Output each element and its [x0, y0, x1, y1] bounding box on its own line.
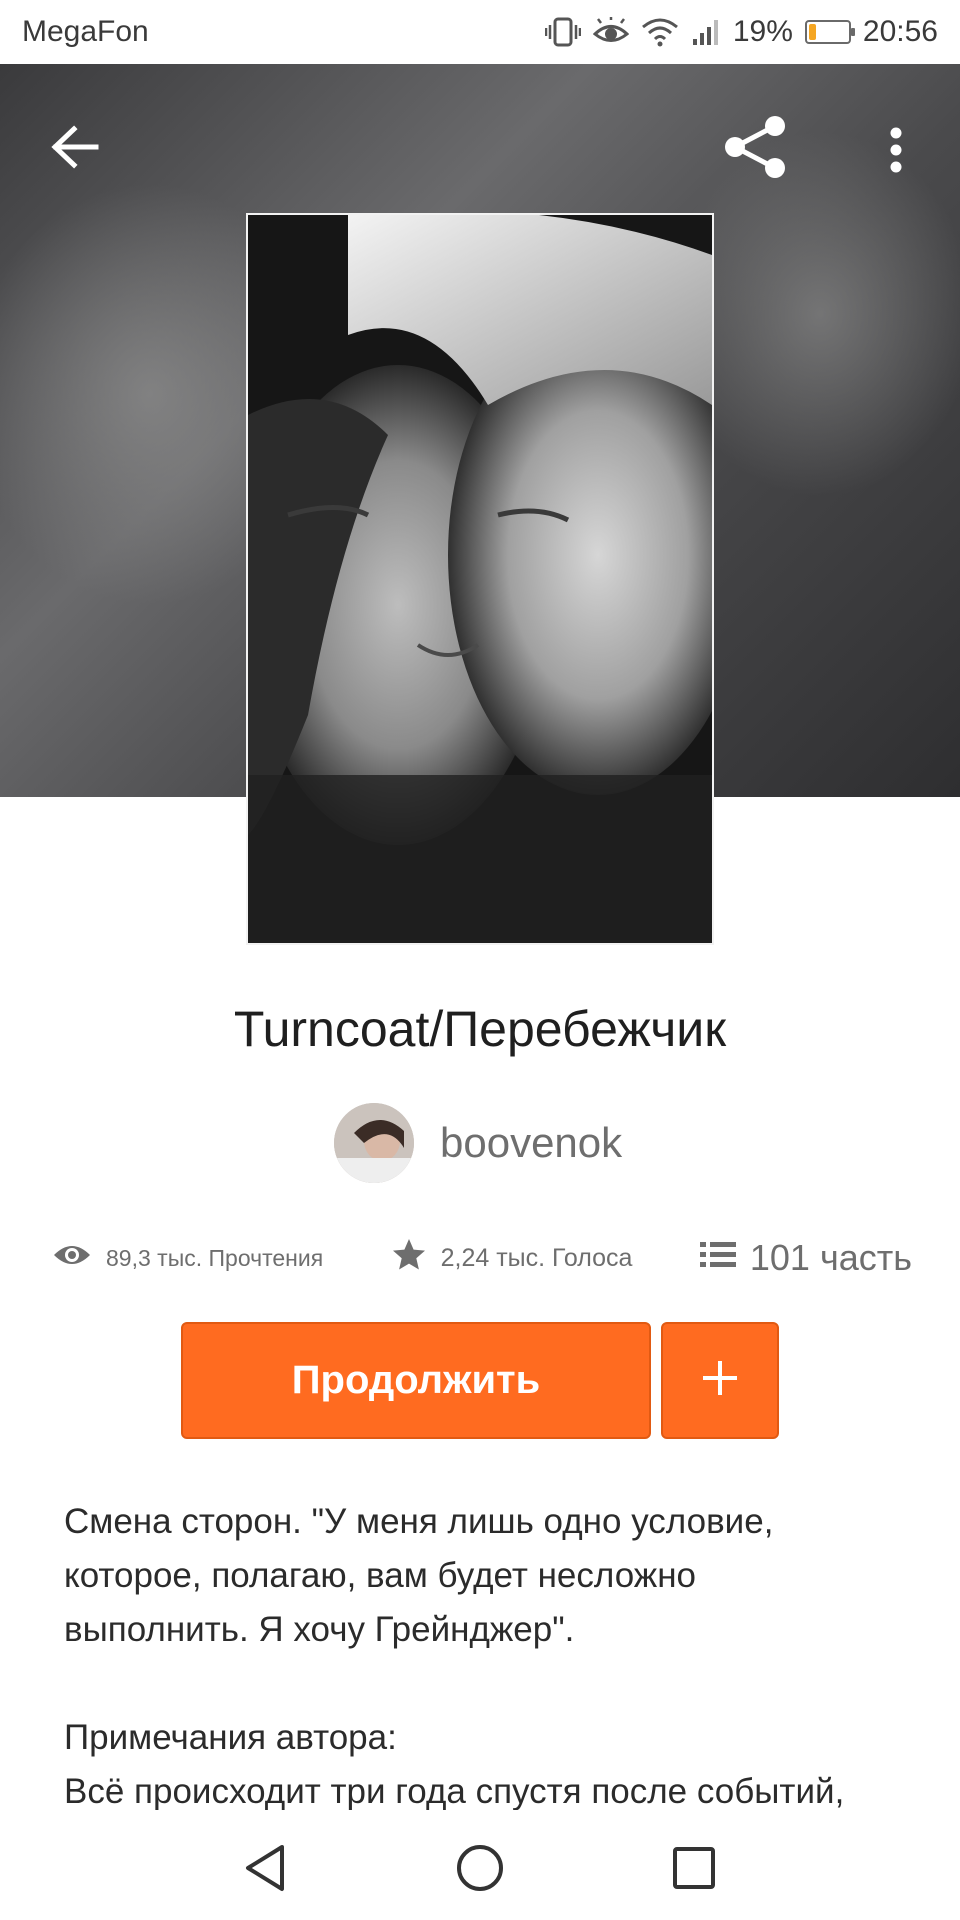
- votes-stat: 2,24 тыс. Голоса: [391, 1237, 633, 1280]
- parts-count: 101 часть: [749, 1237, 912, 1278]
- system-nav-bar: [0, 1810, 960, 1920]
- description-line: выполнить. Я хочу Грейнджер".: [64, 1610, 575, 1649]
- wifi-icon: [641, 17, 679, 47]
- continue-reading-button[interactable]: Продолжить: [181, 1322, 651, 1439]
- star-icon: [391, 1237, 427, 1280]
- author-name: boovenok: [440, 1119, 623, 1166]
- votes-count: 2,24 тыс. Голоса: [440, 1243, 633, 1272]
- reads-count: 89,3 тыс. Прочтения: [106, 1244, 324, 1271]
- author-link[interactable]: boovenok: [334, 1103, 622, 1183]
- description-line: которое, полагаю, вам будет несложно: [64, 1556, 696, 1595]
- story-cover-image[interactable]: [246, 213, 714, 945]
- circle-home-icon: [455, 1843, 505, 1898]
- share-icon: [723, 114, 789, 185]
- nav-back-button[interactable]: [226, 1830, 306, 1910]
- battery-icon: [804, 20, 855, 44]
- story-title: Turncoat/Перебежчик: [233, 1001, 727, 1057]
- battery-percent: 19%: [732, 15, 793, 48]
- story-stats: 89,3 тыс. Прочтения 2,24 тыс. Голоса 101…: [52, 1230, 912, 1286]
- clock: 20:56: [862, 15, 938, 48]
- plus-icon: [700, 1358, 740, 1403]
- status-icons: 19% 20:56: [544, 15, 938, 49]
- nav-home-button[interactable]: [440, 1830, 520, 1910]
- back-button[interactable]: [40, 114, 110, 184]
- list-icon: [699, 1237, 736, 1279]
- battery-level-fill: [808, 24, 816, 40]
- share-button[interactable]: [716, 104, 796, 194]
- description-line: Смена сторон. "У меня лишь одно условие,: [64, 1502, 774, 1541]
- eye-comfort-icon: [592, 17, 629, 47]
- vibrate-icon: [544, 16, 581, 48]
- story-description: Смена сторон. "У меня лишь одно условие,…: [64, 1495, 904, 1819]
- status-bar: MegaFon 19% 20:56: [0, 0, 960, 64]
- square-recents-icon: [672, 1846, 716, 1895]
- eye-icon: [52, 1241, 92, 1275]
- more-vertical-icon: [888, 127, 904, 178]
- author-notes-heading: Примечания автора:: [64, 1718, 397, 1757]
- avatar: [334, 1103, 414, 1183]
- add-to-library-button[interactable]: [661, 1322, 779, 1439]
- signal-icon: [691, 17, 721, 47]
- more-options-button[interactable]: [866, 112, 926, 192]
- parts-stat[interactable]: 101 часть: [699, 1237, 912, 1279]
- arrow-left-icon: [50, 124, 100, 174]
- triangle-back-icon: [242, 1843, 290, 1898]
- carrier-name: MegaFon: [22, 15, 149, 48]
- nav-recents-button[interactable]: [654, 1830, 734, 1910]
- reads-stat: 89,3 тыс. Прочтения: [52, 1241, 323, 1275]
